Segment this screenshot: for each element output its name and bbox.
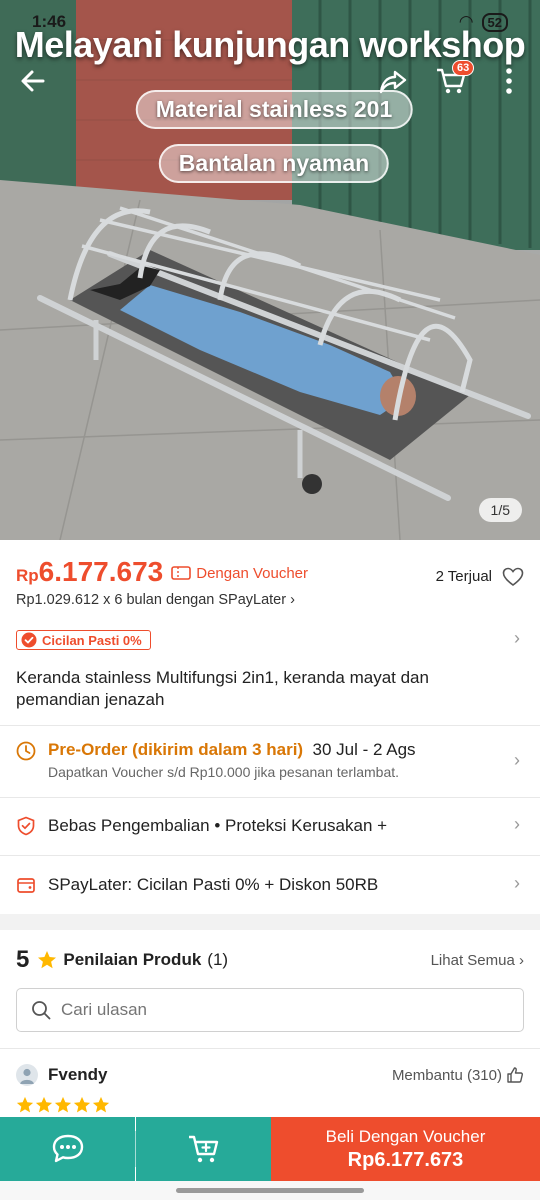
add-to-cart-button[interactable] bbox=[136, 1117, 271, 1181]
chevron-right-icon: › bbox=[290, 592, 295, 608]
thumbs-up-icon bbox=[507, 1067, 523, 1083]
review-item: Fvendy Membantu (310) bbox=[16, 1064, 524, 1086]
cart-button[interactable]: 63 bbox=[428, 58, 475, 104]
buy-label: Beli Dengan Voucher bbox=[325, 1126, 486, 1146]
sold-count: 2 Terjual bbox=[436, 567, 524, 587]
chevron-right-icon: › bbox=[519, 951, 524, 969]
wallet-icon bbox=[17, 878, 35, 893]
sold-text: 2 Terjual bbox=[435, 568, 492, 585]
helpful-button[interactable]: Membantu (310) bbox=[392, 1066, 524, 1084]
cart-count-badge: 63 bbox=[452, 60, 475, 76]
clock-icon bbox=[16, 741, 36, 761]
reviews-title: Penilaian Produk bbox=[63, 950, 202, 969]
review-stars bbox=[16, 1096, 110, 1114]
share-icon bbox=[379, 70, 407, 94]
voucher-ticket-icon bbox=[171, 566, 192, 580]
bottom-action-bar: Beli Dengan Voucher Rp6.177.673 bbox=[0, 1117, 540, 1181]
divider bbox=[0, 1048, 540, 1049]
chevron-right-icon: › bbox=[514, 750, 520, 770]
chevron-right-icon: › bbox=[514, 814, 520, 834]
feature-pill-cushion: Bantalan nyaman bbox=[158, 144, 390, 183]
guarantee-text: Bebas Pengembalian • Proteksi Kerusakan … bbox=[48, 816, 388, 835]
home-indicator[interactable] bbox=[176, 1188, 364, 1193]
star-icon bbox=[92, 1096, 110, 1113]
user-icon bbox=[20, 1068, 34, 1084]
preorder-label: Pre-Order (dikirim dalam 3 hari) bbox=[48, 740, 304, 759]
product-title: Keranda stainless Multifungsi 2in1, kera… bbox=[16, 668, 429, 709]
cicilan-text: Cicilan Pasti 0% bbox=[42, 632, 142, 648]
price-row: Rp6.177.673 Dengan Voucher 2 Terjual bbox=[16, 556, 524, 588]
reviews-count: (1) bbox=[207, 950, 229, 969]
review-search-input[interactable] bbox=[61, 1000, 461, 1020]
spaylater-installment-link[interactable]: Rp1.029.612 x 6 bulan dengan SPayLater › bbox=[16, 592, 295, 608]
see-all-text: Lihat Semua bbox=[430, 951, 515, 969]
divider bbox=[0, 855, 540, 856]
share-button[interactable] bbox=[370, 58, 416, 104]
shield-check-icon bbox=[17, 816, 35, 836]
avatar bbox=[16, 1064, 38, 1086]
preorder-dates: 30 Jul - 2 Ags bbox=[312, 740, 416, 759]
back-button[interactable] bbox=[10, 58, 56, 104]
star-icon bbox=[73, 1096, 91, 1113]
voucher-label[interactable]: Dengan Voucher bbox=[171, 565, 308, 582]
image-counter: 1/5 bbox=[478, 498, 522, 522]
review-search-box[interactable] bbox=[16, 988, 524, 1032]
add-cart-icon bbox=[188, 1135, 218, 1163]
heart-icon[interactable] bbox=[502, 567, 524, 587]
reviews-header: 5 Penilaian Produk (1) Lihat Semua › bbox=[16, 946, 524, 974]
buy-price: Rp6.177.673 bbox=[347, 1148, 464, 1171]
spaylater-text: SPayLater: Cicilan Pasti 0% + Diskon 50R… bbox=[48, 875, 379, 894]
star-icon bbox=[16, 1096, 34, 1113]
section-spacer bbox=[0, 914, 540, 930]
feature-pill-material: Material stainless 201 bbox=[135, 90, 413, 129]
voucher-text: Dengan Voucher bbox=[196, 564, 309, 582]
preorder-subtitle: Dapatkan Voucher s/d Rp10.000 jika pesan… bbox=[48, 764, 400, 780]
more-vertical-icon bbox=[506, 68, 512, 94]
search-icon bbox=[32, 1001, 51, 1020]
see-all-reviews-link[interactable]: Lihat Semua › bbox=[431, 952, 524, 969]
chevron-right-icon[interactable]: › bbox=[514, 628, 520, 649]
rating-score: 5 bbox=[16, 946, 30, 973]
divider bbox=[0, 797, 540, 798]
price-amount: 6.177.673 bbox=[38, 556, 164, 587]
divider bbox=[0, 725, 540, 726]
reviewer-name: Fvendy bbox=[48, 1065, 108, 1084]
installment-text: Rp1.029.612 x 6 bulan dengan SPayLater bbox=[16, 592, 287, 608]
check-badge-icon bbox=[21, 632, 37, 648]
star-icon bbox=[38, 951, 57, 969]
cicilan-badge: Cicilan Pasti 0% bbox=[16, 630, 151, 650]
more-options-button[interactable] bbox=[486, 58, 532, 104]
chat-icon bbox=[52, 1134, 83, 1163]
chevron-right-icon: › bbox=[514, 873, 520, 893]
buy-with-voucher-button[interactable]: Beli Dengan Voucher Rp6.177.673 bbox=[271, 1117, 540, 1181]
price-currency: Rp bbox=[16, 566, 39, 585]
chat-button[interactable] bbox=[0, 1117, 135, 1181]
preorder-title: Pre-Order (dikirim dalam 3 hari) 30 Jul … bbox=[48, 740, 416, 760]
back-arrow-icon bbox=[21, 70, 45, 92]
product-page: 1:46 ◠ 52 Melayani kunjungan workshop Ma… bbox=[0, 0, 540, 1200]
star-icon bbox=[35, 1096, 53, 1113]
star-icon bbox=[54, 1096, 72, 1113]
price: Rp6.177.673 bbox=[16, 556, 163, 588]
product-image-carousel[interactable]: 1:46 ◠ 52 Melayani kunjungan workshop Ma… bbox=[0, 0, 540, 540]
helpful-count: Membantu (310) bbox=[391, 1066, 502, 1084]
